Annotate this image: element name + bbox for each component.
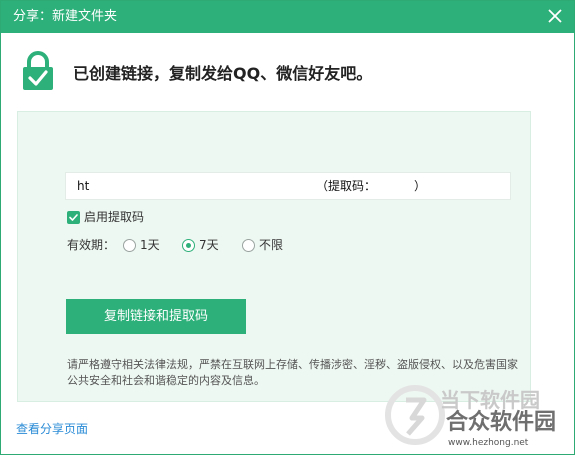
success-header: 已创建链接，复制发给QQ、微信好友吧。	[21, 51, 541, 93]
watermark-url: www.hezhong.net	[448, 438, 529, 448]
radio-1-day-label: 1天	[140, 238, 160, 252]
validity-options: 有效期： 1天 7天 不限	[67, 237, 367, 255]
view-share-page-link[interactable]: 查看分享页面	[16, 422, 88, 437]
watermark-logo-icon	[384, 384, 446, 446]
watermark-text-2: 合众软件园	[446, 410, 557, 435]
radio-7-days[interactable]	[182, 239, 195, 252]
extract-code-suffix: ）	[414, 179, 427, 193]
title-bar: 分享：新建文件夹	[1, 1, 574, 33]
watermark: 当下软件园 合众软件园 www.hezhong.net	[384, 384, 574, 454]
extract-code-prefix: （提取码：	[316, 179, 377, 193]
enable-code-label: 启用提取码	[84, 210, 145, 224]
share-link-text: ht	[77, 179, 90, 193]
watermark-text-1: 当下软件园	[440, 388, 540, 412]
success-message: 已创建链接，复制发给QQ、微信好友吧。	[73, 64, 373, 83]
share-dialog: 分享：新建文件夹 已创建链接，复制发给QQ、微信好友吧。 ht （提取码： ） 启…	[0, 0, 575, 455]
radio-unlimited[interactable]	[242, 239, 255, 252]
extract-code-label: （提取码： ）	[316, 179, 426, 193]
radio-unlimited-label: 不限	[259, 238, 284, 252]
radio-7-days-label: 7天	[199, 238, 219, 252]
share-link-field[interactable]: ht （提取码： ）	[65, 172, 511, 200]
lock-check-icon	[21, 51, 55, 91]
window-title: 分享：新建文件夹	[13, 9, 118, 24]
radio-1-day[interactable]	[123, 239, 136, 252]
enable-code-option[interactable]: 启用提取码	[67, 210, 267, 226]
close-icon[interactable]	[546, 7, 564, 25]
validity-label: 有效期：	[67, 238, 116, 252]
copy-link-and-code-button[interactable]: 复制链接和提取码	[66, 299, 246, 334]
enable-code-checkbox[interactable]	[67, 211, 80, 224]
share-panel: ht （提取码：） 启用提取码 有效期： 1天 7天 不限 复制链接和提取码 请…	[17, 111, 531, 402]
